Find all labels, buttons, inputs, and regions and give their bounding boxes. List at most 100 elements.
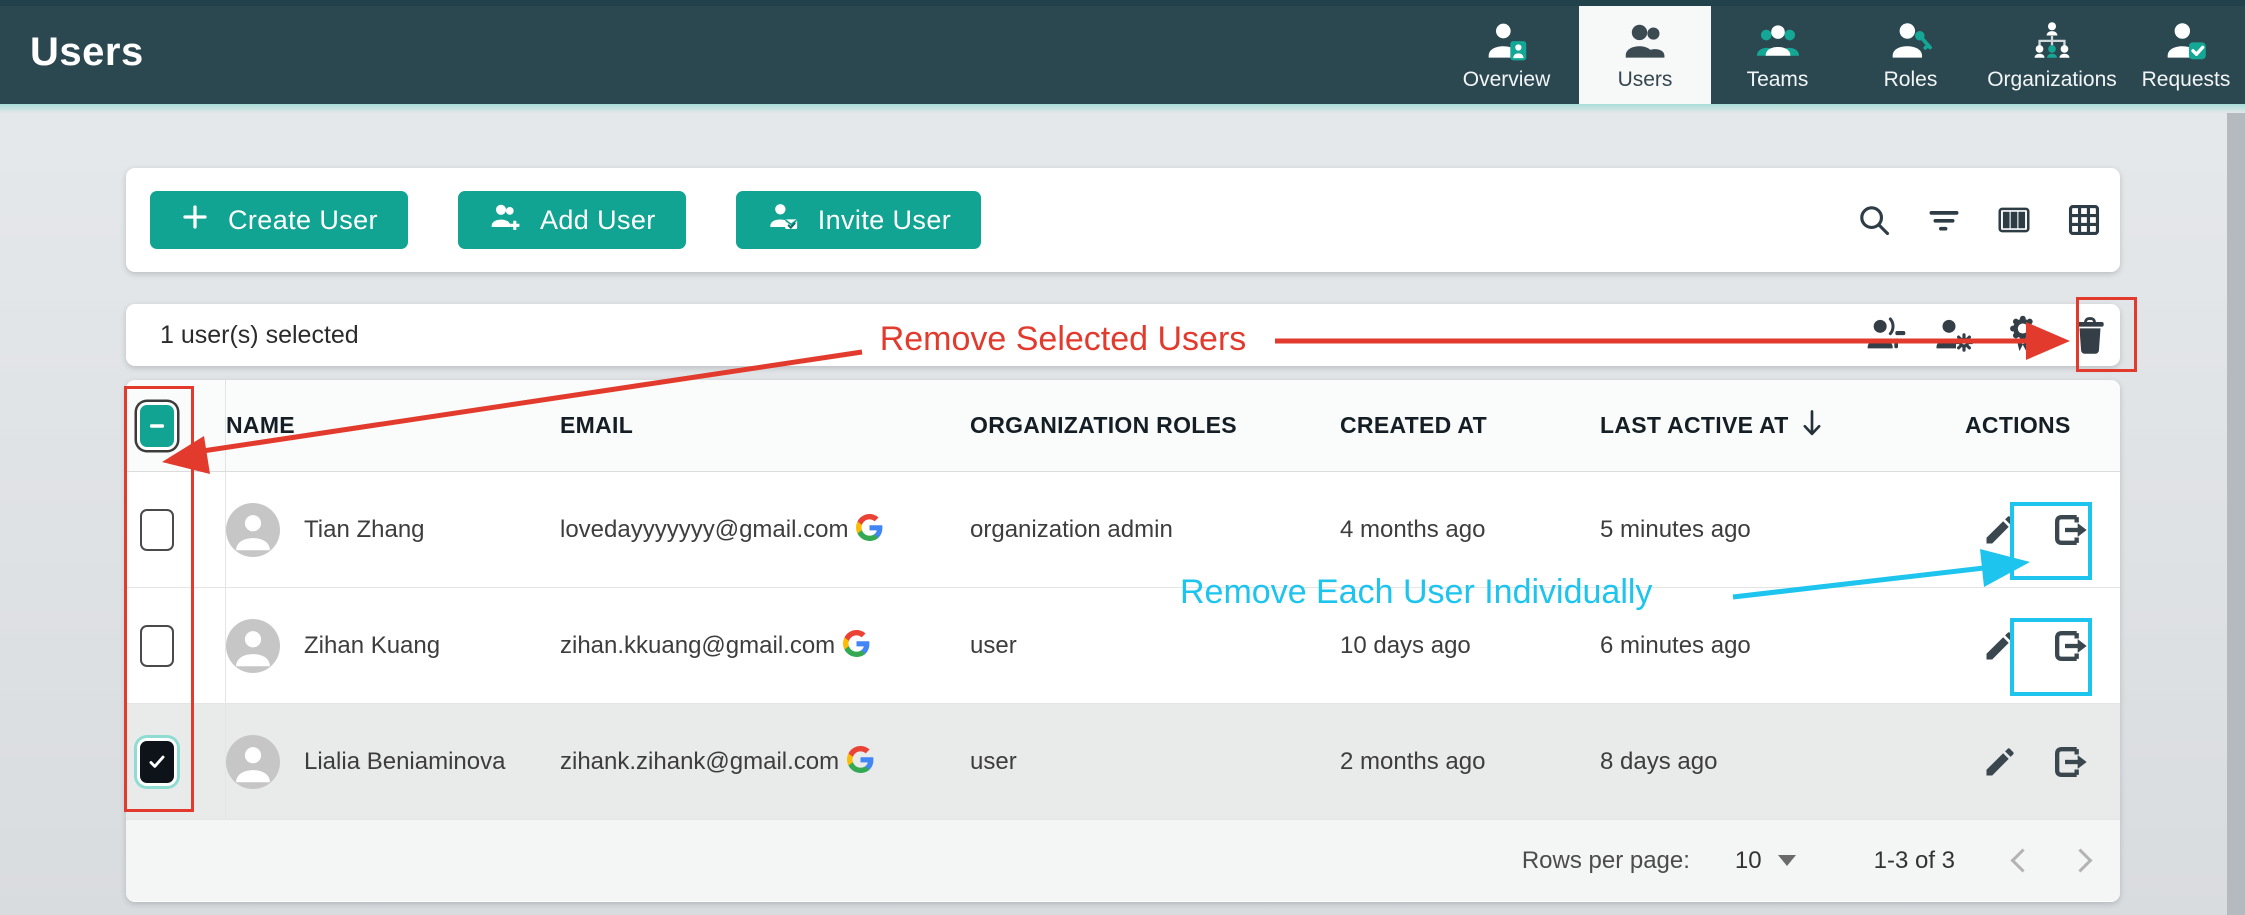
person-key-icon: [1888, 18, 1934, 66]
toolbar: Create User Add User Invite User: [126, 168, 2120, 272]
remove-user-logout-icon[interactable]: [2050, 626, 2090, 666]
tab-teams[interactable]: Teams: [1711, 6, 1844, 110]
search-icon[interactable]: [1852, 198, 1896, 242]
tab-organizations[interactable]: Organizations: [1977, 6, 2127, 110]
user-name: Tian Zhang: [304, 516, 425, 544]
avatar: [226, 503, 280, 557]
email-cell: lovedayyyyyyy@gmail.com: [560, 514, 970, 546]
user-settings-icon[interactable]: [1932, 313, 1976, 357]
button-label: Add User: [540, 205, 656, 236]
create-user-button[interactable]: Create User: [150, 191, 408, 249]
tab-label: Requests: [2142, 68, 2231, 92]
rows-per-page-dropdown-arrow[interactable]: [1778, 855, 1796, 866]
page-title: Users: [30, 30, 144, 75]
actions-cell: [1940, 626, 2120, 666]
chevron-left-icon: [2010, 848, 2034, 872]
actions-cell: [1940, 510, 2120, 550]
edit-icon[interactable]: [1980, 510, 2020, 550]
last-active-at: 8 days ago: [1585, 748, 1940, 776]
table-footer: Rows per page: 10 1-3 of 3: [126, 820, 2120, 901]
column-header-created-at[interactable]: CREATED AT: [1325, 412, 1585, 439]
avatar: [226, 735, 280, 789]
org-chart-icon: [2029, 18, 2075, 66]
last-active-at: 6 minutes ago: [1585, 632, 1940, 660]
tab-label: Roles: [1884, 68, 1938, 92]
button-label: Create User: [228, 205, 378, 236]
person-envelope-icon: [766, 201, 800, 240]
email-cell: zihank.zihank@gmail.com: [560, 746, 970, 778]
tab-users[interactable]: Users: [1579, 6, 1711, 110]
pagination-range: 1-3 of 3: [1874, 847, 1955, 875]
actions-cell: [1940, 742, 2120, 782]
column-header-name[interactable]: NAME: [226, 412, 560, 439]
toolbar-buttons: Create User Add User Invite User: [150, 191, 981, 249]
table-row[interactable]: Lialia Beniaminova zihank.zihank@gmail.c…: [126, 704, 2120, 820]
row-checkbox-cell: [126, 472, 226, 587]
selection-bar: 1 user(s) selected: [126, 304, 2120, 366]
nav-tabs: Overview Users Teams Roles: [1434, 6, 2245, 110]
selection-actions: [1864, 313, 2120, 357]
tab-roles[interactable]: Roles: [1844, 6, 1977, 110]
row-checkbox[interactable]: [140, 625, 174, 667]
column-header-org-roles[interactable]: ORGANIZATION ROLES: [970, 412, 1325, 439]
tab-requests[interactable]: Requests: [2127, 6, 2245, 110]
remove-user-icon[interactable]: [1864, 313, 1908, 357]
add-user-button[interactable]: Add User: [458, 191, 686, 249]
column-header-last-active-at[interactable]: LAST ACTIVE AT: [1585, 408, 1940, 444]
tab-label: Teams: [1747, 68, 1809, 92]
name-cell: Zihan Kuang: [226, 619, 560, 673]
scrollbar[interactable]: [2227, 113, 2245, 915]
delete-icon[interactable]: [2068, 313, 2112, 357]
tab-label: Overview: [1463, 68, 1551, 92]
button-label: Invite User: [818, 205, 951, 236]
created-at: 4 months ago: [1325, 516, 1585, 544]
remove-user-logout-icon[interactable]: [2050, 510, 2090, 550]
row-checkbox-cell: [126, 704, 226, 819]
users-admin-screen: Users Overview Users Teams: [0, 0, 2245, 915]
edit-icon[interactable]: [1980, 742, 2020, 782]
avatar: [226, 619, 280, 673]
tab-overview[interactable]: Overview: [1434, 6, 1579, 110]
user-email: zihank.zihank@gmail.com: [560, 748, 839, 776]
last-active-at: 5 minutes ago: [1585, 516, 1940, 544]
row-checkbox[interactable]: [140, 509, 174, 551]
row-checkbox-cell: [126, 588, 226, 703]
sort-desc-icon[interactable]: [1799, 408, 1825, 444]
award-role-icon[interactable]: [2000, 313, 2044, 357]
user-name: Zihan Kuang: [304, 632, 440, 660]
tab-label: Users: [1618, 68, 1673, 92]
edit-icon[interactable]: [1980, 626, 2020, 666]
org-role: user: [970, 632, 1325, 660]
name-cell: Lialia Beniaminova: [226, 735, 560, 789]
person-check-icon: [2164, 18, 2208, 66]
column-header-email[interactable]: EMAIL: [560, 412, 970, 439]
rows-per-page-value[interactable]: 10: [1735, 847, 1762, 875]
people-icon: [1622, 18, 1668, 66]
header-checkbox-cell: [126, 380, 226, 471]
remove-user-logout-icon[interactable]: [2050, 742, 2090, 782]
toolbar-right-icons: [1852, 198, 2120, 242]
select-all-checkbox[interactable]: [140, 405, 174, 447]
invite-user-button[interactable]: Invite User: [736, 191, 981, 249]
selection-count-label: 1 user(s) selected: [160, 321, 359, 350]
google-icon: [843, 630, 870, 662]
person-plus-icon: [488, 201, 522, 240]
user-email: zihan.kkuang@gmail.com: [560, 632, 835, 660]
column-header-label: LAST ACTIVE AT: [1600, 412, 1789, 439]
email-cell: zihan.kkuang@gmail.com: [560, 630, 970, 662]
filter-icon[interactable]: [1922, 198, 1966, 242]
columns-icon[interactable]: [1992, 198, 2036, 242]
table-row[interactable]: Zihan Kuang zihan.kkuang@gmail.com user …: [126, 588, 2120, 704]
org-role: organization admin: [970, 516, 1325, 544]
grid-icon[interactable]: [2062, 198, 2106, 242]
created-at: 2 months ago: [1325, 748, 1585, 776]
previous-page-button[interactable]: [2007, 846, 2037, 876]
next-page-button[interactable]: [2065, 846, 2095, 876]
chevron-right-icon: [2068, 848, 2092, 872]
person-badge-icon: [1485, 18, 1529, 66]
team-group-icon: [1754, 18, 1802, 66]
tab-label: Organizations: [1987, 68, 2117, 92]
table-row[interactable]: Tian Zhang lovedayyyyyyy@gmail.com organ…: [126, 472, 2120, 588]
row-checkbox[interactable]: [140, 741, 174, 783]
column-header-actions: ACTIONS: [1940, 412, 2120, 439]
